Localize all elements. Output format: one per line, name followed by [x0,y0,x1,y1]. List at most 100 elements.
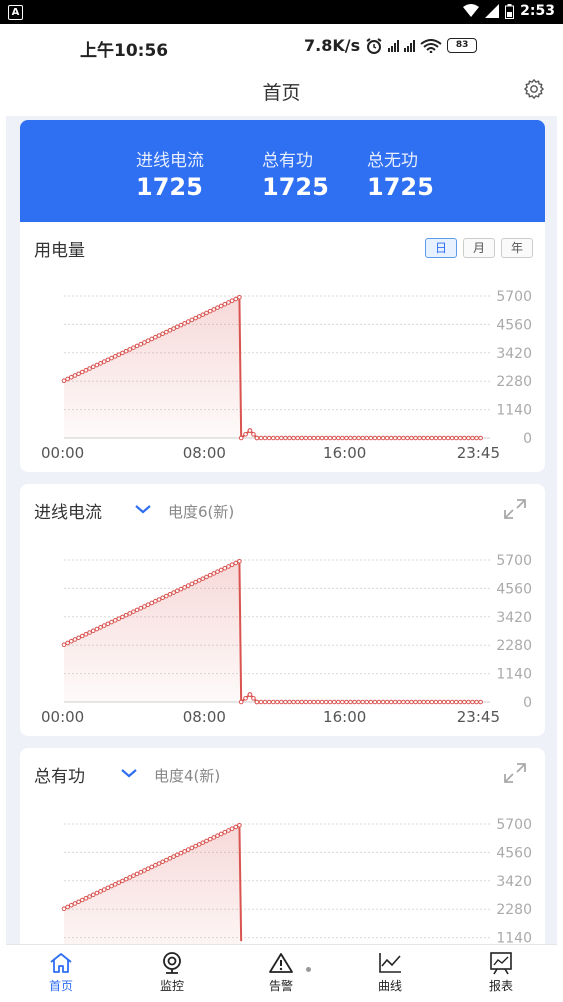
data-point [254,699,260,705]
tab-monitor[interactable]: 监控 [132,951,212,994]
data-point [211,835,217,840]
y-tick-label: 3420 [496,610,532,626]
data-point [116,616,122,621]
tab-home[interactable]: 首页 [21,951,101,994]
data-point [94,626,100,632]
device-battery: 83 [447,38,478,53]
data-point [429,699,435,705]
data-point [323,435,329,441]
data-point [167,327,173,333]
data-point [474,435,479,441]
chevron-down-icon[interactable] [120,767,138,779]
data-point [421,435,426,441]
data-point [457,435,463,441]
data-point [376,699,382,705]
signal-2-icon [404,39,416,52]
data-point [153,598,158,604]
data-point [90,892,96,898]
data-point [360,699,365,705]
data-point [360,435,365,441]
data-point [299,435,304,441]
data-point [409,435,414,441]
data-point [417,699,422,705]
data-point [145,866,151,872]
chevron-down-icon[interactable] [134,503,152,515]
series-area [64,297,481,438]
data-point [127,611,133,616]
alarm-clock-icon [366,37,382,54]
data-point [368,699,374,705]
tab-report[interactable]: 报表 [461,951,541,994]
period-month-button[interactable]: 月 [463,238,495,258]
period-year-button[interactable]: 年 [501,238,533,258]
gear-icon[interactable] [523,78,545,100]
data-point [251,695,256,701]
data-point [79,369,85,375]
data-point [262,699,268,705]
data-point [215,305,220,310]
data-point [120,350,125,356]
y-tick-label: 3420 [496,874,532,890]
system-time: 2:53 [520,3,555,19]
data-point [323,699,329,705]
data-point [127,875,133,880]
data-point [222,301,228,307]
camera-icon [163,952,181,974]
data-point [287,699,292,705]
period-day-button[interactable]: 日 [425,238,457,258]
data-point [364,699,370,705]
data-point [204,838,209,844]
data-point [105,621,111,627]
tab-curve[interactable]: 曲线 [350,951,430,994]
data-point [123,348,129,354]
y-tick-label: 1140 [496,403,532,419]
data-point [222,829,228,835]
data-point [149,864,155,870]
data-point [200,840,206,845]
data-point [229,562,235,568]
data-point [164,329,169,335]
data-point [372,699,378,705]
data-point [243,695,248,701]
data-point [116,352,122,357]
data-point [164,593,169,599]
data-point [83,631,89,637]
summary-value: 1725 [367,173,434,201]
data-point [101,887,107,892]
data-point [233,824,239,830]
system-status-bar: A 2:53 [0,0,563,24]
expand-icon[interactable] [503,498,527,520]
data-point [445,699,451,705]
data-point [384,435,390,441]
data-point [171,854,176,859]
data-point [474,699,479,705]
tab-alarm[interactable]: 告警 [241,951,321,994]
expand-icon[interactable] [503,762,527,784]
data-point [311,699,317,705]
data-point [449,435,455,441]
data-point [238,699,244,705]
data-point [380,699,386,705]
y-tick-label: 4560 [496,317,532,333]
data-point [441,699,447,705]
data-point [90,364,96,370]
data-point [178,586,184,592]
data-point [200,576,206,581]
data-point [134,607,140,613]
meter-selector[interactable]: 电度4(新) [154,765,220,786]
data-point [449,699,455,705]
card-title: 总有功 [34,767,85,787]
data-point [87,630,92,635]
data-point [315,435,321,441]
data-point [174,324,180,330]
data-point [112,882,118,887]
data-point [178,322,184,328]
data-point [262,435,268,441]
data-point [453,699,459,705]
data-point [344,699,349,705]
energy-chart: 5700 4560 3420 2280 1140 0 00:00 08:00 16:00 23:4… [20,278,545,468]
data-point [405,699,410,705]
data-point [142,340,147,345]
meter-selector[interactable]: 电度6(新) [168,501,234,522]
data-point [185,319,191,324]
